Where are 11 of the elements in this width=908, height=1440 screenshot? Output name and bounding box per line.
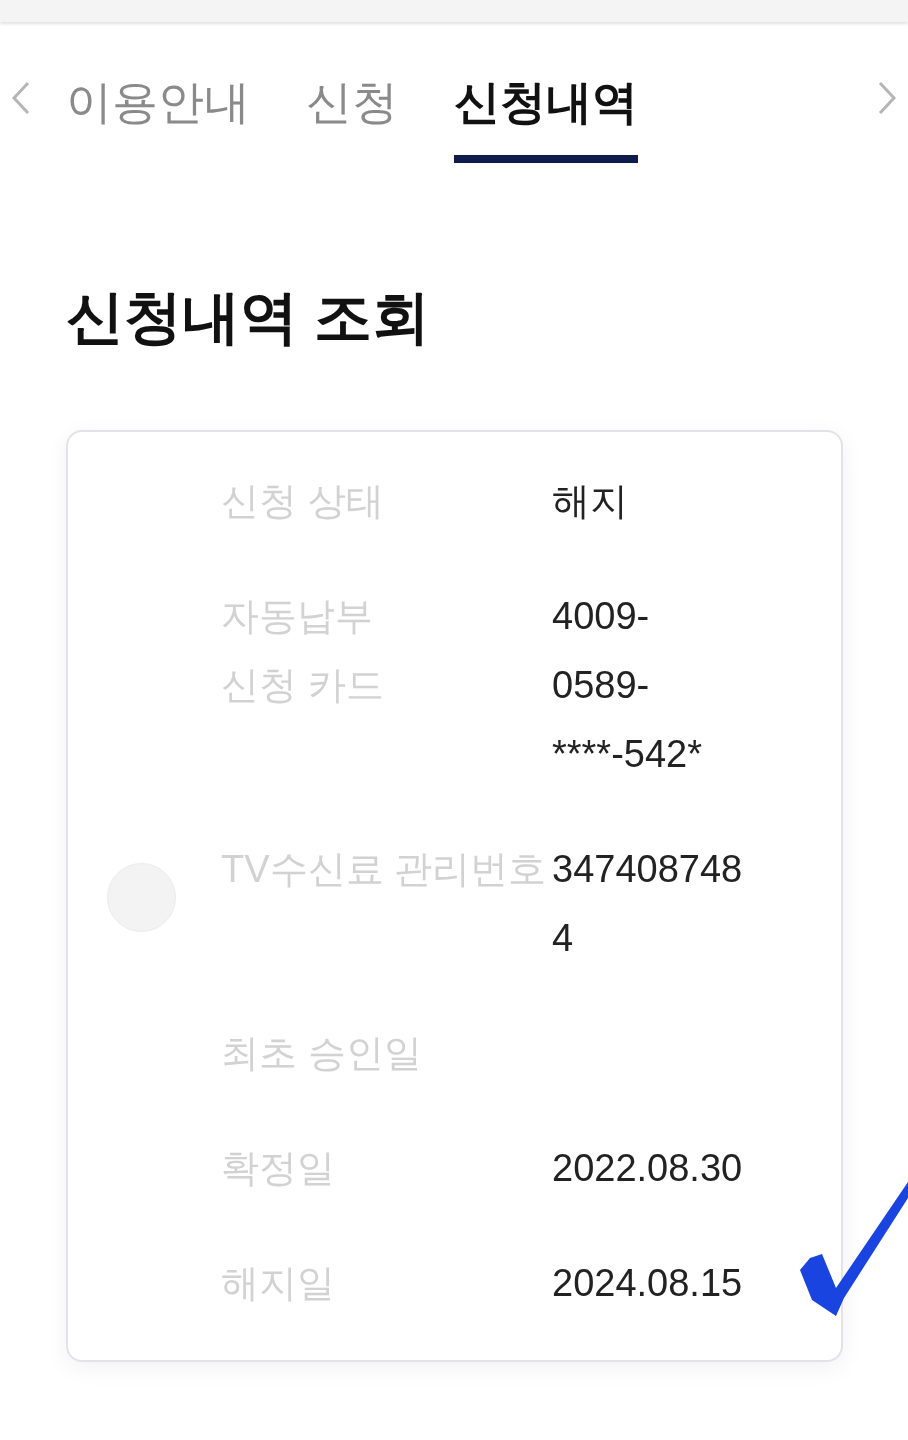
tab[interactable]: 신청 (306, 60, 398, 163)
field-value: 2022.08.30 (552, 1146, 743, 1191)
field-value: 347408748 4 (552, 847, 743, 961)
tab[interactable]: 신청내역 (454, 60, 638, 163)
chevron-left-icon[interactable] (10, 80, 32, 116)
page-heading: 신청내역 조회 (66, 283, 432, 351)
field-value: 해지 (552, 479, 628, 524)
field-value: 2024.08.15 (552, 1261, 743, 1306)
field-value: 4009- 0589- ****-542* (552, 594, 702, 777)
chevron-right-icon[interactable] (876, 80, 898, 116)
tab[interactable]: 이용안내 (66, 60, 250, 163)
